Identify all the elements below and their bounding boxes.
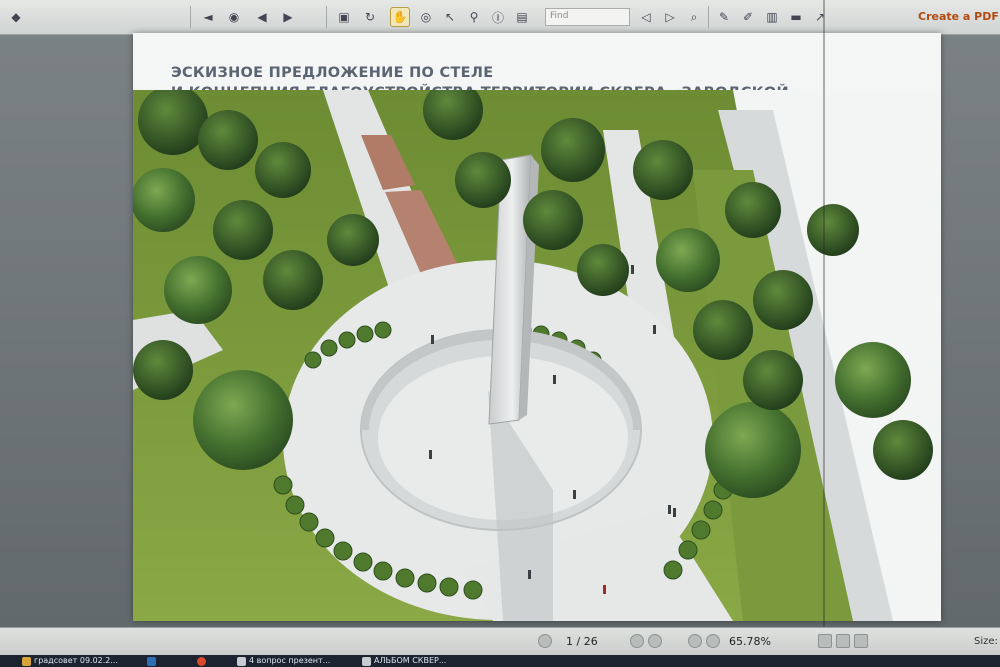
rotate-icon[interactable]: ↻: [360, 7, 380, 27]
continuous-page-icon[interactable]: [836, 634, 850, 648]
taskbar-item[interactable]: АЛЬБОМ СКВЕР...: [360, 656, 475, 667]
taskbar-item-label: АЛЬБОМ СКВЕР...: [374, 656, 447, 665]
document-page: ЭСКИЗНОЕ ПРЕДЛОЖЕНИЕ ПО СТЕЛЕ И КОНЦЕПЦИ…: [133, 33, 941, 621]
binoculars-icon[interactable]: ⚲: [464, 7, 484, 27]
os-taskbar: градсовет 09.02.2... 4 вопрос презент...…: [0, 655, 1000, 667]
zoom-level-select[interactable]: 65.78%: [729, 635, 771, 648]
browser-icon: [197, 657, 206, 666]
last-page-icon[interactable]: [648, 634, 662, 648]
taskbar-item-label: 4 вопрос презент...: [249, 656, 331, 665]
first-page-icon[interactable]: [538, 634, 552, 648]
toolbar-divider: [708, 6, 709, 28]
hand-tool-icon[interactable]: ✋: [390, 7, 410, 27]
disc-icon[interactable]: ◉: [224, 7, 244, 27]
taskbar-item-label: градсовет 09.02.2...: [34, 656, 119, 665]
taskbar-item[interactable]: [145, 656, 165, 667]
create-pdf-button[interactable]: Create a PDF: [918, 10, 999, 23]
pencil-icon[interactable]: ✐: [738, 7, 758, 27]
select-arrow-icon[interactable]: ↖: [440, 7, 460, 27]
fit-page-icon[interactable]: ▣: [334, 7, 354, 27]
text-select-icon[interactable]: Ⓘ: [488, 7, 508, 27]
search-icon[interactable]: ⌕: [684, 7, 704, 27]
note-icon[interactable]: ▥: [762, 7, 782, 27]
edit-icon[interactable]: ✎: [714, 7, 734, 27]
app-icon: [147, 657, 156, 666]
document-icon: [237, 657, 246, 666]
glasses-icon[interactable]: ◎: [416, 7, 436, 27]
toolbar-divider: [190, 6, 191, 28]
facing-pages-icon[interactable]: [854, 634, 868, 648]
zoom-in-icon[interactable]: [706, 634, 720, 648]
page-indicator[interactable]: 1 / 26: [566, 635, 598, 648]
zoom-out-icon[interactable]: [688, 634, 702, 648]
next-page-icon[interactable]: [630, 634, 644, 648]
screen: ◆ ◄ ◉ ◀ ▶ ▣ ↻ ✋ ◎ ↖ ⚲ Ⓘ ▤ Find ◁ ▷ ⌕ ✎ ✐…: [0, 0, 1000, 667]
slide-title-line-1: ЭСКИЗНОЕ ПРЕДЛОЖЕНИЕ ПО СТЕЛЕ: [171, 65, 494, 81]
arrow-tool-icon[interactable]: ↗: [810, 7, 830, 27]
snapshot-icon[interactable]: ▤: [512, 7, 532, 27]
tools-icon[interactable]: ◆: [6, 7, 26, 27]
next-view-icon[interactable]: ▶: [278, 7, 298, 27]
back-icon[interactable]: ◄: [198, 7, 218, 27]
single-page-icon[interactable]: [818, 634, 832, 648]
taskbar-item[interactable]: градсовет 09.02.2...: [20, 656, 125, 667]
size-label: Size:: [974, 636, 998, 647]
toolbar-divider: [326, 6, 327, 28]
find-next-icon[interactable]: ▷: [660, 7, 680, 27]
screen-crease: [823, 0, 825, 667]
taskbar-item[interactable]: 4 вопрос презент...: [235, 656, 350, 667]
park-rendering-image: [133, 90, 941, 621]
taskbar-item[interactable]: [195, 656, 215, 667]
folder-icon: [22, 657, 31, 666]
previous-view-icon[interactable]: ◀: [252, 7, 272, 27]
find-previous-icon[interactable]: ◁: [636, 7, 656, 27]
viewer-toolbar: ◆ ◄ ◉ ◀ ▶ ▣ ↻ ✋ ◎ ↖ ⚲ Ⓘ ▤ Find ◁ ▷ ⌕ ✎ ✐…: [0, 0, 1000, 35]
document-icon: [362, 657, 371, 666]
find-input[interactable]: Find: [545, 8, 630, 26]
viewer-statusbar: 1 / 26 65.78% Size:: [0, 627, 1000, 656]
comment-icon[interactable]: ▬: [786, 7, 806, 27]
